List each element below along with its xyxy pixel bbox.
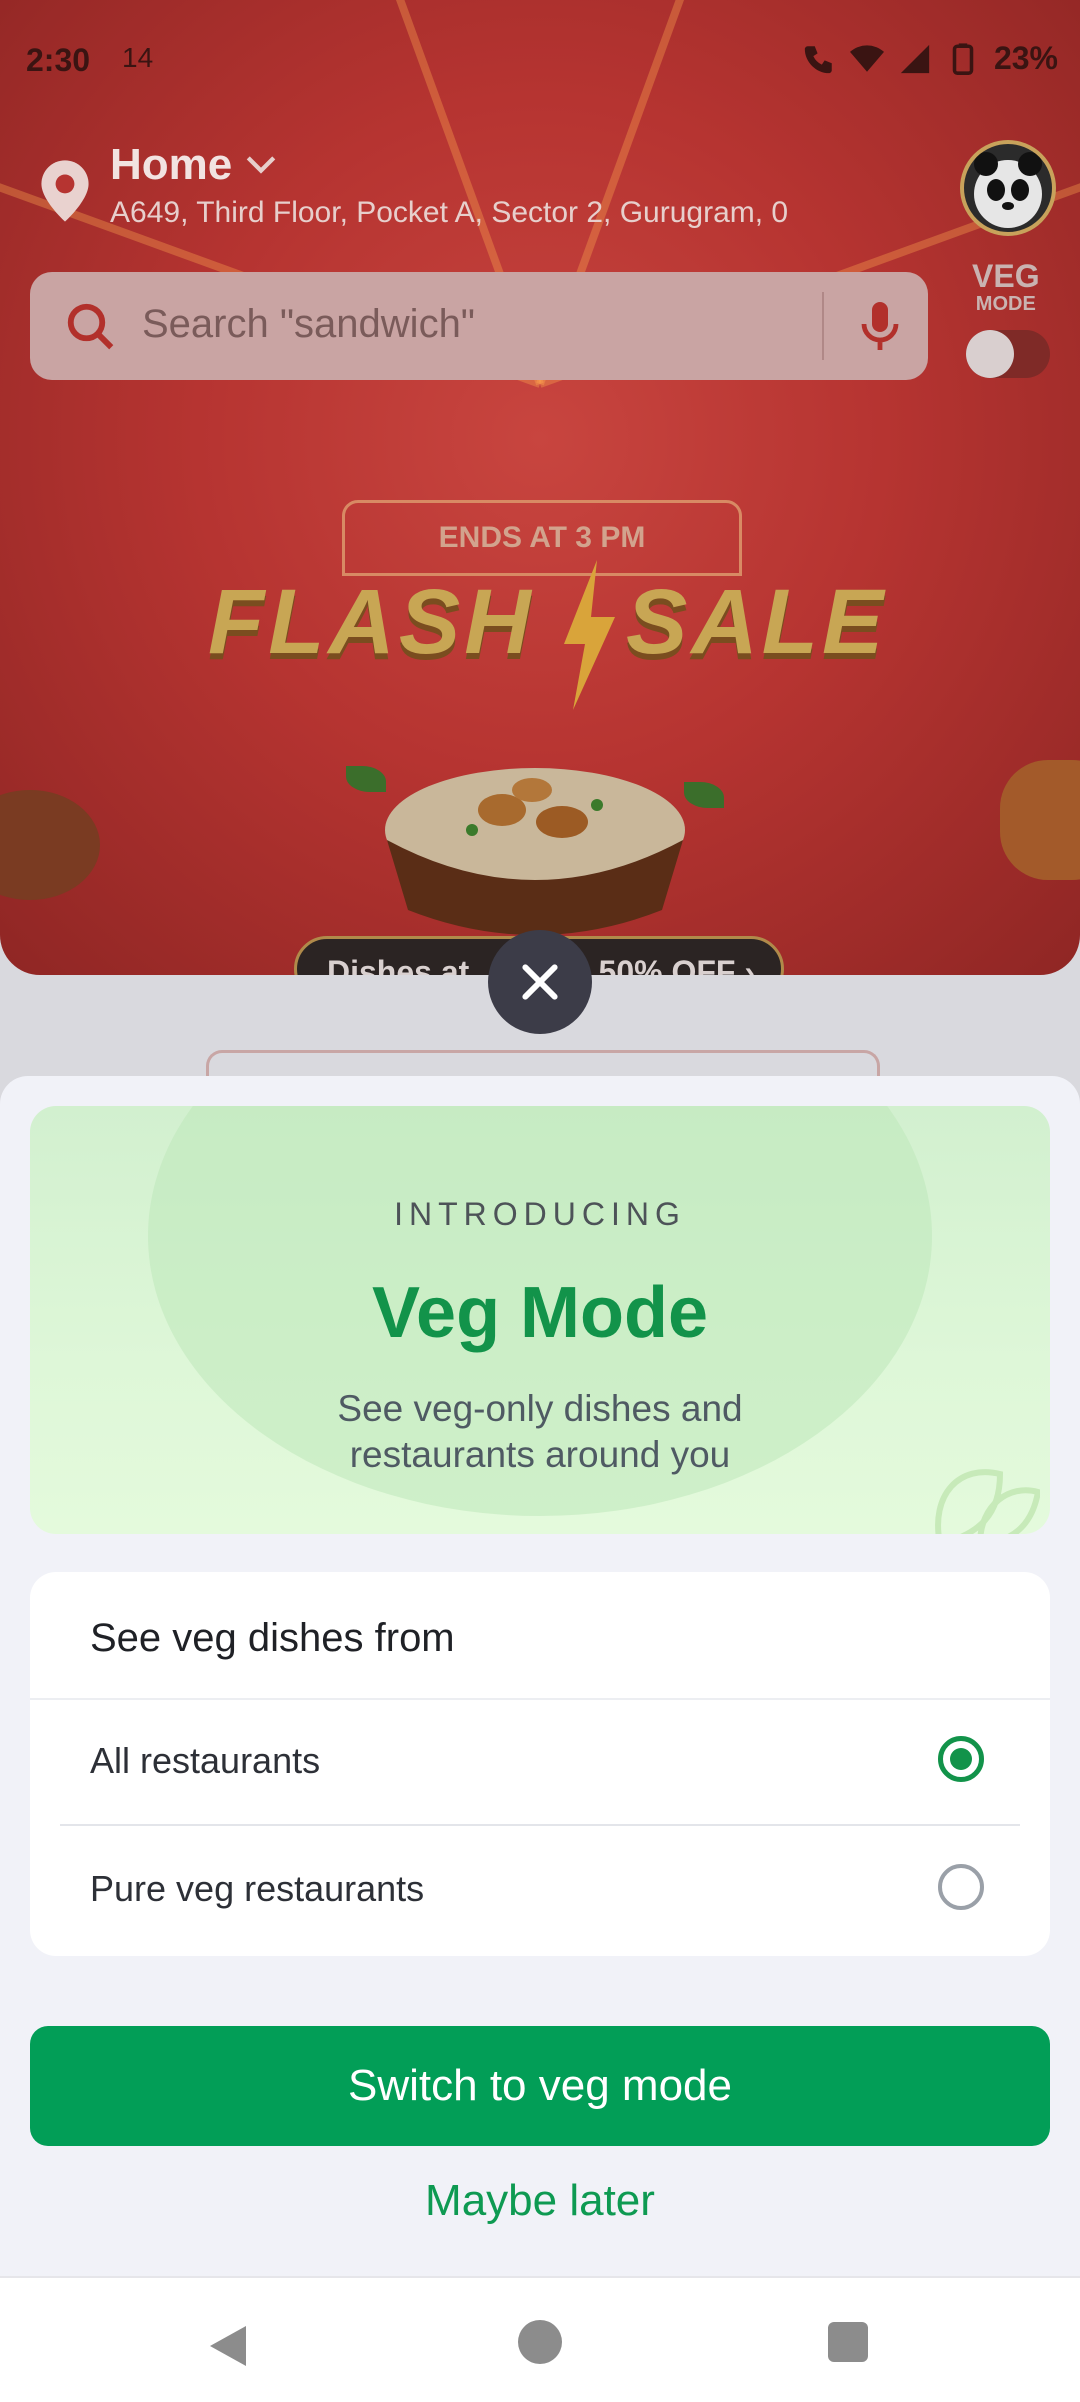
- option-all-restaurants[interactable]: All restaurants: [30, 1698, 1050, 1824]
- veg-mode-label: VEG MODE: [972, 258, 1040, 315]
- radio-selected[interactable]: [938, 1736, 984, 1782]
- sale-ends-label: ENDS AT 3 PM: [342, 500, 742, 576]
- leaf-decor: [346, 766, 386, 792]
- radio-unselected[interactable]: [938, 1864, 984, 1910]
- back-icon[interactable]: [206, 2322, 250, 2370]
- status-temperature: 14: [122, 42, 154, 73]
- veg-mode-hero: INTRODUCING Veg Mode See veg-only dishes…: [30, 1106, 1050, 1534]
- sale-text: SALE: [626, 571, 888, 673]
- veg-options-card: See veg dishes from All restaurants Pure…: [30, 1572, 1050, 1956]
- options-heading: See veg dishes from: [90, 1616, 455, 1660]
- intro-label: INTRODUCING: [394, 1196, 686, 1232]
- offer-pill-left: Dishes at: [327, 954, 470, 975]
- noodles-image: [0, 790, 100, 900]
- home-icon[interactable]: [518, 2320, 562, 2364]
- location-title[interactable]: Home: [110, 140, 232, 190]
- option-pure-veg-restaurants[interactable]: Pure veg restaurants: [30, 1826, 1050, 1952]
- signal-icon: [900, 44, 930, 73]
- status-time: 2:30: [26, 42, 91, 78]
- status-icons: 23%: [802, 40, 1058, 77]
- lightning-icon: [564, 560, 615, 710]
- search-bar[interactable]: Search "sandwich": [30, 272, 928, 380]
- veg-mode-toggle[interactable]: [966, 330, 1050, 378]
- switch-to-veg-mode-button[interactable]: Switch to veg mode: [30, 2026, 1050, 2146]
- app-header-banner: 2:30 14 23% Home A649, Third Floor, Pock…: [0, 0, 1080, 975]
- burger-image: [1000, 760, 1080, 880]
- option-label: Pure veg restaurants: [90, 1868, 425, 1909]
- battery-icon: [952, 42, 974, 75]
- close-sheet-button[interactable]: [488, 930, 592, 1034]
- search-icon: [67, 303, 114, 350]
- system-nav-bar: [0, 2276, 1080, 2402]
- sheet-title: Veg Mode: [371, 1273, 709, 1353]
- sheet-description: See veg-only dishes and restaurants arou…: [337, 1388, 743, 1475]
- search-divider: [822, 292, 824, 360]
- profile-avatar[interactable]: [960, 140, 1056, 236]
- veg-mode-sheet: INTRODUCING Veg Mode See veg-only dishes…: [0, 1076, 1080, 2276]
- flash-text: FLASH: [208, 571, 535, 673]
- leaf-decor: [684, 782, 724, 808]
- recents-icon[interactable]: [828, 2322, 868, 2362]
- status-bar: 2:30 14 23%: [0, 0, 1080, 120]
- wifi-icon: [849, 44, 884, 72]
- close-icon: [522, 964, 558, 1000]
- leaf-watermark-icon: [935, 1469, 1040, 1534]
- panda-avatar-icon: [974, 152, 1042, 228]
- offer-pill-right: 50% OFF ›: [598, 954, 755, 975]
- chevron-down-icon[interactable]: [244, 150, 278, 180]
- mic-icon[interactable]: [856, 298, 904, 354]
- biryani-bowl-image: [385, 768, 685, 935]
- toggle-knob: [966, 330, 1014, 378]
- location-address[interactable]: A649, Third Floor, Pocket A, Sector 2, G…: [110, 196, 788, 230]
- location-pin-icon[interactable]: [36, 158, 94, 224]
- option-label: All restaurants: [90, 1740, 321, 1781]
- maybe-later-link[interactable]: Maybe later: [0, 2176, 1080, 2226]
- search-input[interactable]: Search "sandwich": [142, 302, 475, 347]
- battery-level: 23%: [993, 40, 1058, 76]
- call-icon: [804, 45, 832, 73]
